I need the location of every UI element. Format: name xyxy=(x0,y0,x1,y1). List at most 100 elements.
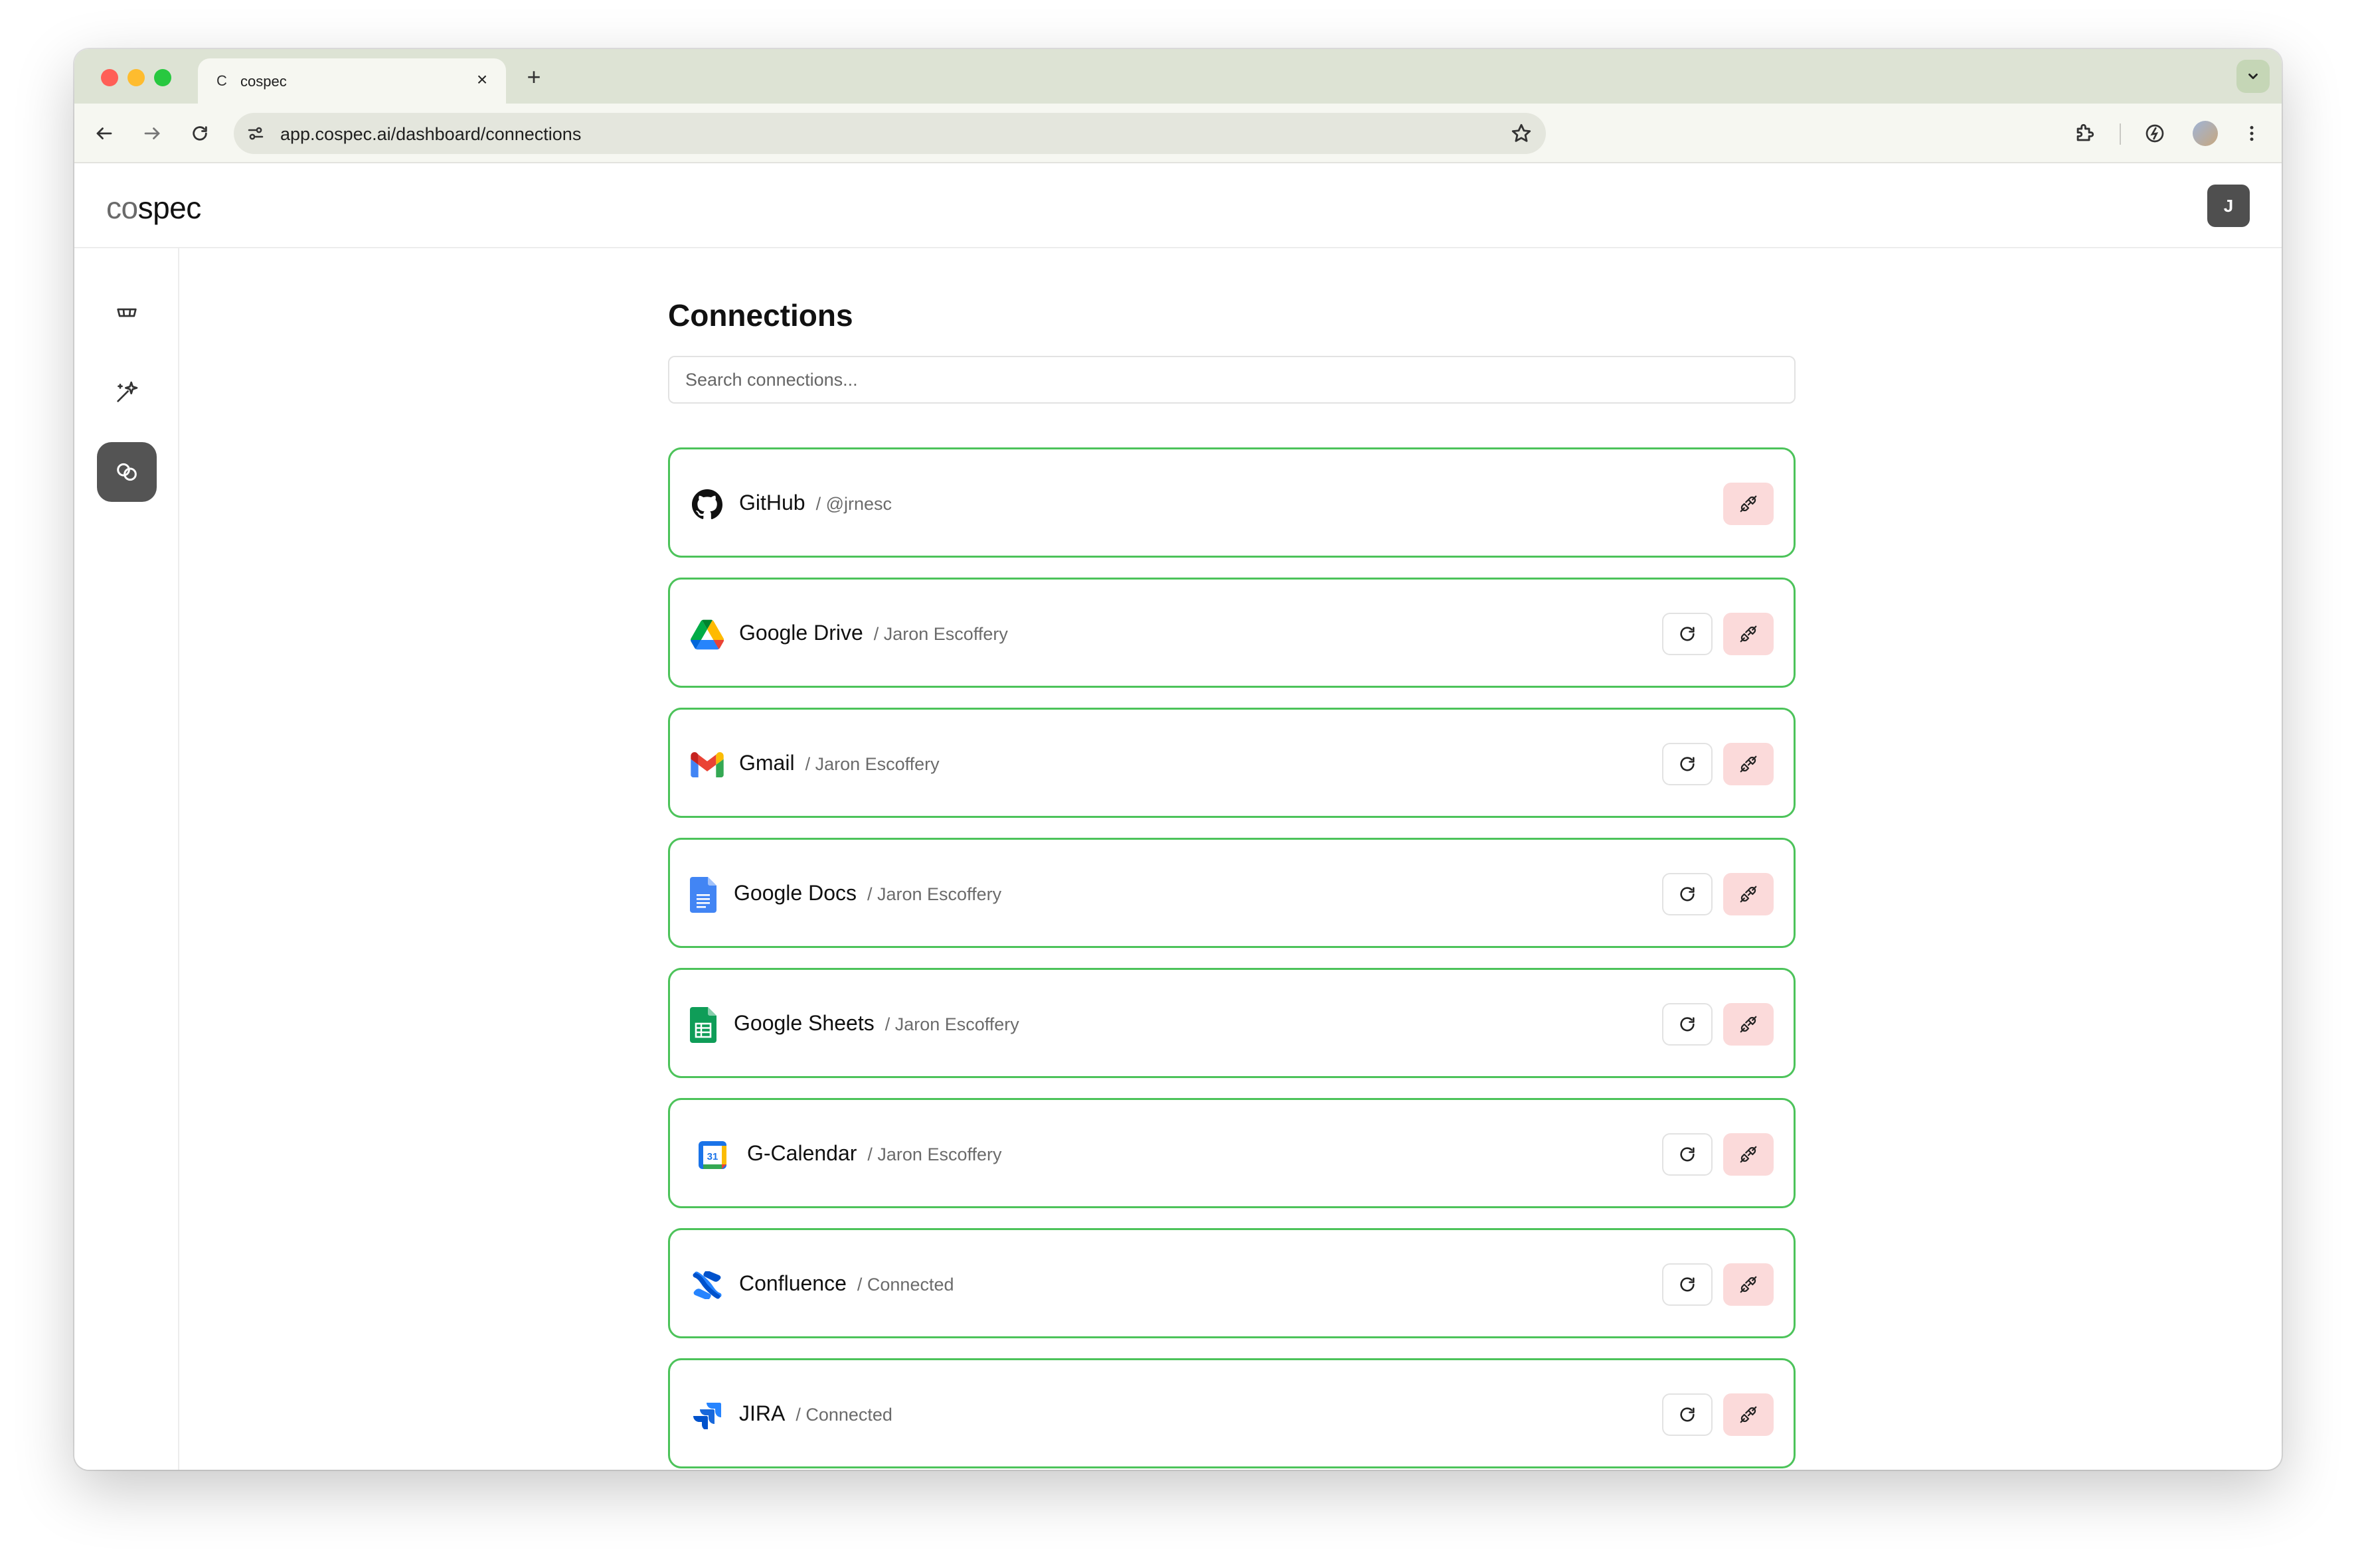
refresh-button[interactable] xyxy=(1662,613,1713,655)
refresh-icon xyxy=(1680,757,1695,771)
reload-button[interactable] xyxy=(183,117,216,150)
connection-detail: / Jaron Escoffery xyxy=(805,754,940,774)
disconnect-button[interactable] xyxy=(1723,743,1774,785)
tab-search-button[interactable] xyxy=(2236,60,2270,93)
connection-detail: / @jrnesc xyxy=(815,494,892,514)
cospec-logo[interactable]: cospec xyxy=(106,190,201,226)
tab-close-icon[interactable]: × xyxy=(470,68,494,92)
disconnect-button[interactable] xyxy=(1723,1003,1774,1046)
google-docs-icon xyxy=(689,877,718,913)
extensions-button[interactable] xyxy=(2069,118,2100,149)
disconnect-button[interactable] xyxy=(1723,1263,1774,1306)
connection-label: JIRA / Connected xyxy=(739,1401,892,1426)
page-title: Connections xyxy=(668,298,853,333)
close-window-button[interactable] xyxy=(101,69,118,86)
reload-icon xyxy=(193,126,207,141)
connection-label: Google Drive / Jaron Escoffery xyxy=(739,621,1008,645)
connection-card-gmail: Gmail / Jaron Escoffery xyxy=(668,708,1796,818)
google-drive-icon xyxy=(690,617,724,652)
disconnect-button[interactable] xyxy=(1723,483,1774,525)
google-sheets-icon xyxy=(689,1007,718,1043)
extension-circle-icon xyxy=(2146,124,2164,143)
connection-card-google-drive: Google Drive / Jaron Escoffery xyxy=(668,578,1796,688)
refresh-icon xyxy=(1680,1407,1695,1422)
connection-card-google-sheets: Google Sheets / Jaron Escoffery xyxy=(668,968,1796,1078)
unplug-icon xyxy=(1740,1276,1757,1293)
google-calendar-icon: 31 xyxy=(698,1138,727,1172)
search-connections-input[interactable] xyxy=(668,356,1796,404)
github-icon xyxy=(690,487,724,522)
jira-icon xyxy=(690,1398,724,1433)
bookmark-star-icon[interactable] xyxy=(1510,122,1533,145)
connection-label: Google Sheets / Jaron Escoffery xyxy=(734,1011,1019,1036)
sparkle-icon xyxy=(117,381,138,402)
connection-label: GitHub / @jrnesc xyxy=(739,491,892,515)
sidebar-item-projects[interactable] xyxy=(97,283,157,343)
connection-label: Confluence / Connected xyxy=(739,1271,954,1296)
minimize-window-button[interactable] xyxy=(127,69,145,86)
connection-detail: / Connected xyxy=(796,1405,892,1425)
gmail-icon xyxy=(690,747,724,782)
puzzle-icon xyxy=(2076,123,2094,141)
connection-card-jira: JIRA / Connected xyxy=(668,1358,1796,1468)
user-avatar-button[interactable]: J xyxy=(2207,185,2250,227)
browser-toolbar: app.cospec.ai/dashboard/connections xyxy=(74,104,2282,163)
main-content: Connections GitHub / @jrnesc xyxy=(181,248,2282,1470)
sidebar xyxy=(74,248,179,1470)
calendar-day-number: 31 xyxy=(707,1151,718,1162)
maximize-window-button[interactable] xyxy=(154,69,171,86)
connection-label: Gmail / Jaron Escoffery xyxy=(739,751,940,775)
forward-button[interactable] xyxy=(135,117,169,150)
connection-name: Google Docs xyxy=(734,881,857,905)
chevron-down-icon xyxy=(2248,73,2258,80)
unplug-icon xyxy=(1740,625,1757,643)
extension-button[interactable] xyxy=(2140,118,2170,149)
arrow-right-icon xyxy=(144,127,160,139)
back-button[interactable] xyxy=(88,117,121,150)
unplug-icon xyxy=(1740,886,1757,903)
refresh-button[interactable] xyxy=(1662,743,1713,785)
sidebar-item-connections[interactable] xyxy=(97,442,157,502)
logo-co: co xyxy=(106,191,138,225)
app-header: cospec J xyxy=(74,163,2282,248)
new-tab-button[interactable]: + xyxy=(519,62,548,92)
connection-name: G-Calendar xyxy=(747,1141,857,1165)
refresh-button[interactable] xyxy=(1662,1263,1713,1306)
disconnect-button[interactable] xyxy=(1723,1393,1774,1436)
connection-card-confluence: Confluence / Connected xyxy=(668,1228,1796,1338)
connection-detail: / Jaron Escoffery xyxy=(867,884,1002,904)
disconnect-button[interactable] xyxy=(1723,613,1774,655)
confluence-icon xyxy=(690,1268,724,1302)
logo-spec: spec xyxy=(137,191,202,225)
refresh-button[interactable] xyxy=(1662,1393,1713,1436)
connection-detail: / Jaron Escoffery xyxy=(884,1014,1019,1034)
connection-detail: / Jaron Escoffery xyxy=(873,624,1008,644)
browser-profile-avatar[interactable] xyxy=(2193,121,2218,146)
site-info-icon[interactable] xyxy=(246,123,266,143)
connection-name: Google Drive xyxy=(739,621,863,645)
arrow-left-icon xyxy=(96,127,112,139)
refresh-icon xyxy=(1680,1277,1695,1292)
disconnect-button[interactable] xyxy=(1723,1133,1774,1176)
connection-card-google-calendar: 31 G-Calendar / Jaron Escoffery xyxy=(668,1098,1796,1208)
url-text[interactable]: app.cospec.ai/dashboard/connections xyxy=(280,124,581,145)
disconnect-button[interactable] xyxy=(1723,873,1774,915)
refresh-icon xyxy=(1680,1017,1695,1032)
tab-favicon-icon: C xyxy=(216,72,227,89)
tab-strip: C cospec × + xyxy=(74,49,2282,104)
refresh-button[interactable] xyxy=(1662,1003,1713,1046)
refresh-icon xyxy=(1680,627,1695,641)
refresh-icon xyxy=(1680,1147,1695,1162)
unplug-icon xyxy=(1740,495,1757,512)
browser-menu-button[interactable] xyxy=(2236,118,2267,149)
unplug-icon xyxy=(1740,755,1757,773)
address-bar[interactable]: app.cospec.ai/dashboard/connections xyxy=(234,113,1546,154)
connection-name: Google Sheets xyxy=(734,1011,875,1035)
box-icon xyxy=(117,308,137,317)
refresh-button[interactable] xyxy=(1662,1133,1713,1176)
browser-tab[interactable]: C cospec × xyxy=(198,58,506,104)
sidebar-item-generate[interactable] xyxy=(97,362,157,422)
refresh-button[interactable] xyxy=(1662,873,1713,915)
connection-detail: / Connected xyxy=(857,1275,954,1294)
link-icon xyxy=(117,463,137,481)
